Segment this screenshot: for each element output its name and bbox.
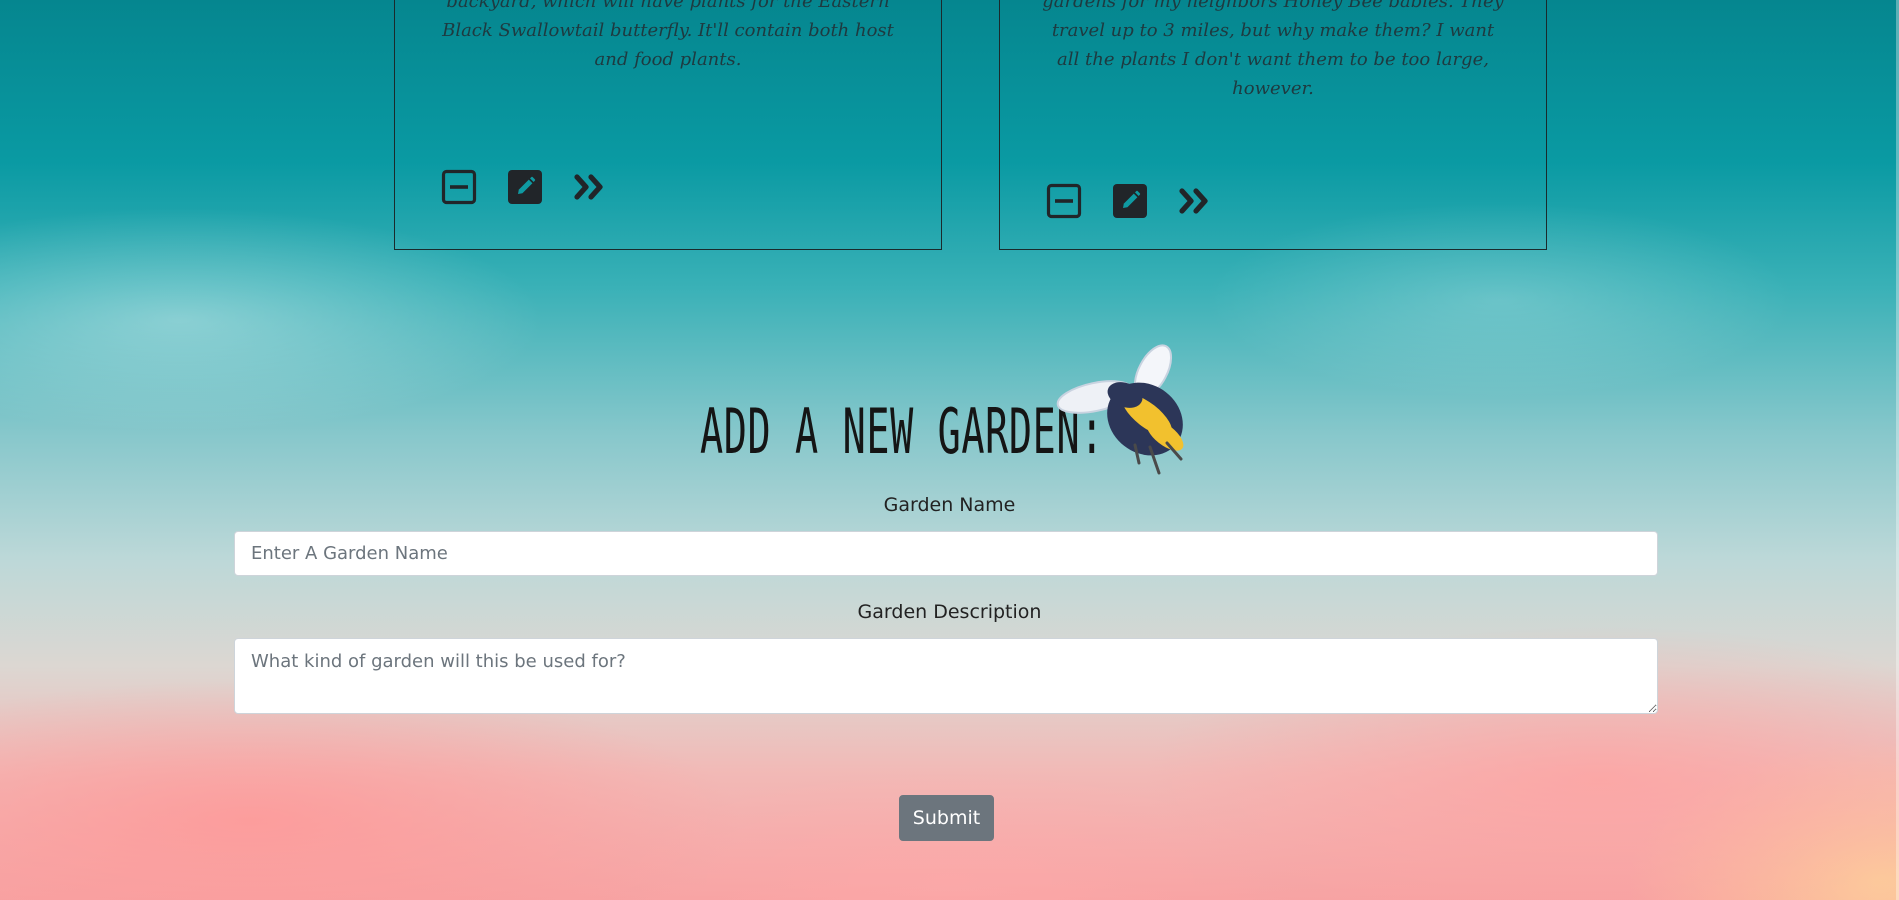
- double-chevron-right-icon: [574, 174, 603, 200]
- garden-name-input[interactable]: [234, 531, 1658, 576]
- remove-garden-button[interactable]: [441, 169, 477, 205]
- edit-garden-button[interactable]: [1112, 183, 1148, 219]
- garden-description-textarea[interactable]: [234, 638, 1658, 714]
- submit-button[interactable]: Submit: [899, 795, 994, 841]
- garden-description-label: Garden Description: [857, 601, 1042, 623]
- garden-card: backyard, which will have plants for the…: [394, 0, 942, 250]
- minus-square-icon: [1046, 183, 1082, 219]
- page-title: ADD A NEW GARDEN:: [700, 395, 1104, 468]
- garden-card-description: backyard, which will have plants for the…: [442, 0, 894, 70]
- garden-card: gardens for my neighbors Honey Bee babie…: [999, 0, 1547, 250]
- garden-name-label: Garden Name: [883, 494, 1016, 516]
- garden-card-description: gardens for my neighbors Honey Bee babie…: [1042, 0, 1504, 99]
- double-chevron-right-icon: [1179, 188, 1208, 214]
- open-garden-button[interactable]: [573, 169, 609, 205]
- garden-card-actions: [441, 169, 609, 205]
- add-garden-heading: ADD A NEW GARDEN:: [700, 335, 1220, 485]
- pencil-square-icon: [508, 170, 542, 204]
- garden-card-actions: [1046, 183, 1214, 219]
- bee-icon: [1056, 344, 1184, 475]
- open-garden-button[interactable]: [1178, 183, 1214, 219]
- pencil-square-icon: [1113, 184, 1147, 218]
- remove-garden-button[interactable]: [1046, 183, 1082, 219]
- edit-garden-button[interactable]: [507, 169, 543, 205]
- minus-square-icon: [441, 169, 477, 205]
